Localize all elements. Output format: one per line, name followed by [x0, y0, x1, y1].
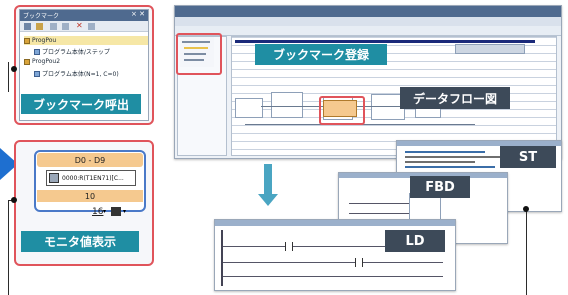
- st-code-line: [405, 166, 495, 168]
- down-arrow-icon: [264, 164, 272, 194]
- folder-icon: [24, 37, 30, 44]
- connector-line: [526, 210, 527, 295]
- navigator-row: [184, 53, 206, 55]
- bookmark-toolbar: ✕: [20, 21, 148, 32]
- st-code-line: [405, 156, 505, 158]
- navigator-row: [182, 41, 210, 43]
- window-titlebar: [175, 6, 561, 17]
- close-icon[interactable]: × ✕: [131, 10, 145, 18]
- list-item-label: ProgPou: [32, 37, 57, 44]
- navigator-row: [184, 47, 208, 49]
- list-item-label: プログラム本体/ステップ: [42, 49, 110, 56]
- connector-dot: [523, 206, 529, 212]
- window-toolbar-2: [175, 26, 561, 36]
- list-item[interactable]: プログラム本体/ステップ: [34, 47, 110, 56]
- format-icon[interactable]: [111, 207, 121, 216]
- ld-left-rail: [221, 230, 223, 286]
- editor-strip: [235, 40, 535, 43]
- monitor-count: 10: [84, 191, 96, 201]
- st-code-line: [405, 151, 485, 153]
- st-code-line: [405, 161, 475, 163]
- list-item[interactable]: ProgPou2: [24, 58, 60, 65]
- connector-line: [8, 62, 9, 92]
- monitor-header-label: D0 - D9: [74, 155, 106, 165]
- monitor-value-field[interactable]: 0000:R(T1EN71)[C...: [46, 170, 136, 186]
- list-item-label: プログラム本体(N=1, C=0): [42, 71, 119, 78]
- monitor-count-row: 10: [37, 190, 143, 202]
- delete-icon[interactable]: ✕: [76, 22, 83, 30]
- list-item[interactable]: ProgPou: [24, 36, 148, 45]
- bookmark-titlebar: ブックマーク × ✕: [20, 10, 148, 21]
- ld-contact: [285, 242, 293, 251]
- move-down-icon[interactable]: [62, 23, 69, 30]
- list-item-label: ProgPou2: [32, 58, 61, 65]
- monitor-value-callout: モニタ値表示: [21, 231, 139, 252]
- program-icon: [34, 48, 40, 55]
- chevron-down-icon[interactable]: ▾: [103, 208, 106, 215]
- main-app-window: [174, 5, 562, 159]
- fbd-wire: [349, 203, 409, 204]
- navigator-detail: [180, 37, 214, 67]
- folder-icon[interactable]: [36, 23, 43, 30]
- st-callout: ST: [500, 146, 556, 168]
- bookmark-title: ブックマーク: [23, 13, 60, 20]
- connector-dot: [11, 197, 17, 203]
- bookmark-recall-callout: ブックマーク呼出: [21, 94, 141, 114]
- editor-block: [455, 44, 525, 54]
- dataflow-node: [323, 100, 357, 117]
- ld-rung: [223, 262, 443, 263]
- ld-titlebar: [215, 220, 455, 226]
- display-format-select[interactable]: 16: [92, 207, 103, 217]
- move-up-icon[interactable]: [50, 23, 57, 30]
- monitor-value: 0000:R(T1EN71)[C...: [62, 174, 124, 182]
- ld-callout: LD: [385, 230, 445, 252]
- ld-contact: [355, 258, 363, 267]
- monitor-header: D0 - D9: [37, 153, 143, 167]
- bookmark-register-callout: ブックマーク登録: [255, 44, 387, 65]
- down-arrow-head: [258, 194, 278, 206]
- program-icon: [34, 70, 40, 77]
- dataflow-callout: データフロー図: [400, 87, 510, 109]
- folder-icon: [24, 58, 30, 65]
- ld-rung: [223, 276, 443, 277]
- add-bookmark-icon[interactable]: [24, 23, 31, 30]
- sort-icon[interactable]: [88, 23, 95, 30]
- navigator-row: [184, 59, 204, 61]
- device-icon: [49, 173, 59, 183]
- fbd-callout: FBD: [410, 176, 470, 198]
- dataflow-block: [235, 98, 263, 118]
- fbd-wire: [349, 213, 409, 214]
- dataflow-block: [271, 92, 303, 118]
- connector-line: [8, 200, 9, 295]
- list-item[interactable]: プログラム本体(N=1, C=0): [34, 69, 119, 78]
- chevron-down-icon[interactable]: ▾: [123, 208, 126, 215]
- connector-dot: [11, 66, 17, 72]
